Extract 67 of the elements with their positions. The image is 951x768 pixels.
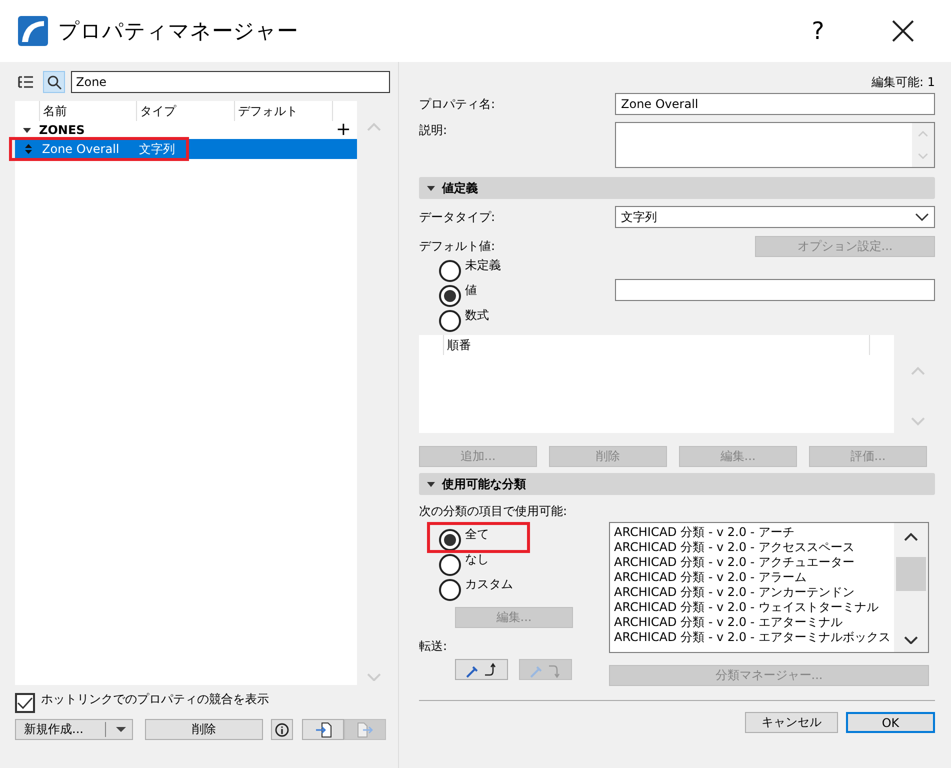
info-button[interactable] xyxy=(271,719,293,740)
cancel-button[interactable]: キャンセル xyxy=(745,712,838,733)
collapse-arrow-icon[interactable] xyxy=(427,186,435,190)
classification-item[interactable]: ARCHICAD 分類 - v 2.0 - アーチ xyxy=(614,525,890,540)
radio-button[interactable] xyxy=(439,579,461,601)
classification-item[interactable]: ARCHICAD 分類 - v 2.0 - アクセススペース xyxy=(614,540,890,555)
field-label: プロパティ名: xyxy=(419,96,496,112)
radio-label: 数式 xyxy=(465,307,489,324)
classification-item[interactable]: ARCHICAD 分類 - v 2.0 - エアターミナルボックス xyxy=(614,630,890,645)
column-header[interactable]: 名前 xyxy=(39,101,136,121)
import-icon xyxy=(314,722,332,738)
name-field[interactable]: Zone Overall xyxy=(615,93,935,115)
group-name[interactable]: ZONES xyxy=(39,123,328,137)
dropdown-arrow-icon[interactable] xyxy=(116,727,126,732)
search-field[interactable]: Zone xyxy=(71,71,390,93)
help-button[interactable]: ? xyxy=(773,17,863,45)
chevron-down-icon[interactable] xyxy=(915,213,929,221)
close-icon xyxy=(892,20,914,42)
export-icon xyxy=(356,722,374,738)
section-header[interactable]: 値定義 xyxy=(419,177,935,199)
data-type-dropdown[interactable]: 文字列 xyxy=(615,206,935,228)
window-title: プロパティマネージャー xyxy=(58,18,299,45)
radio-button[interactable] xyxy=(439,310,461,332)
radio-button[interactable] xyxy=(439,529,461,551)
add-button[interactable]: + xyxy=(336,122,351,138)
radio-button[interactable] xyxy=(439,285,461,307)
column-header[interactable]: 順番 xyxy=(443,335,869,355)
checkbox-label: ホットリンクでのプロパティの競合を表示 xyxy=(41,691,269,708)
classification-item[interactable]: ARCHICAD 分類 - v 2.0 - ウェイストターミナル xyxy=(614,600,890,615)
eyedropper-button[interactable] xyxy=(455,659,508,680)
classification-item[interactable]: ARCHICAD 分類 - v 2.0 - アラーム xyxy=(614,570,890,585)
field-label: 次の分類の項目で使用可能: xyxy=(419,502,568,520)
import-button[interactable] xyxy=(302,719,344,740)
sort-handle-icon[interactable] xyxy=(25,144,32,154)
column-header[interactable]: タイプ xyxy=(136,101,234,121)
radio-label: 値 xyxy=(465,282,477,299)
radio-button[interactable] xyxy=(439,554,461,576)
checkbox[interactable] xyxy=(15,693,35,713)
radio-label: カスタム xyxy=(465,576,513,593)
collapse-arrow-icon[interactable] xyxy=(427,482,435,486)
section-header[interactable]: 使用可能な分類 xyxy=(419,473,935,495)
editable-count: 編集可能: 1 xyxy=(872,74,935,90)
default-value-field[interactable] xyxy=(615,279,935,301)
delete-button[interactable]: 削除 xyxy=(145,719,263,740)
radio-label: 全て xyxy=(465,526,489,543)
field-label: 説明: xyxy=(419,122,448,139)
classification-item[interactable]: ARCHICAD 分類 - v 2.0 - アクチュエーター xyxy=(614,555,890,570)
search-icon[interactable] xyxy=(43,71,65,93)
field-label: 転送: xyxy=(419,638,448,655)
app-logo-icon xyxy=(18,16,48,46)
new-button[interactable]: 新規作成... xyxy=(15,719,133,740)
radio-label: 未定義 xyxy=(465,257,501,274)
field-label: データタイプ: xyxy=(419,208,496,226)
classification-item[interactable]: ARCHICAD 分類 - v 2.0 - アンカーテンドン xyxy=(614,585,890,600)
property-type: 文字列 xyxy=(139,140,176,158)
column-header[interactable]: デフォルト xyxy=(234,101,332,121)
scroll-up-icon[interactable] xyxy=(904,533,918,542)
ok-button[interactable]: OK xyxy=(846,712,935,733)
scroll-thumb[interactable] xyxy=(896,557,926,591)
radio-button[interactable] xyxy=(439,260,461,282)
property-name: Zone Overall xyxy=(42,142,120,156)
radio-label: なし xyxy=(465,551,489,568)
collapse-arrow-icon[interactable] xyxy=(23,128,31,132)
eyedropper-icon xyxy=(464,662,498,678)
scroll-down-icon[interactable] xyxy=(904,636,918,644)
classification-item[interactable]: ARCHICAD 分類 - v 2.0 - エアターミナル xyxy=(614,615,890,630)
field-label: デフォルト値: xyxy=(419,238,496,254)
